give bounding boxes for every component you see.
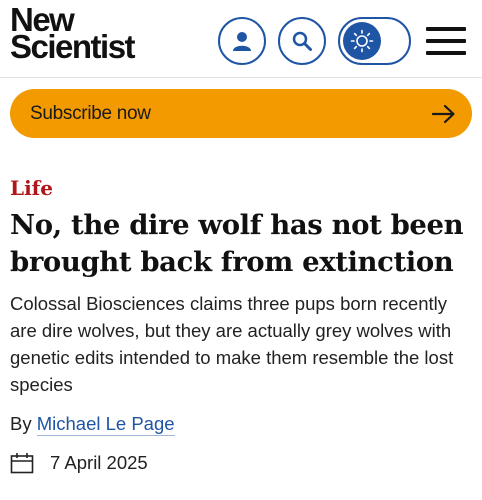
sun-icon <box>350 29 374 53</box>
article-headline: No, the dire wolf has not been brought b… <box>10 209 464 278</box>
subscribe-label: Subscribe now <box>30 102 151 124</box>
new-scientist-logo[interactable]: New Scientist <box>10 3 136 65</box>
hamburger-menu-icon[interactable] <box>426 27 466 55</box>
article-category-link[interactable]: Life <box>10 176 53 200</box>
publish-date: 7 April 2025 <box>50 452 148 473</box>
theme-toggle-knob <box>343 22 381 60</box>
theme-toggle[interactable] <box>338 17 411 65</box>
author-link[interactable]: Michael Le Page <box>36 413 175 436</box>
search-button[interactable] <box>278 17 326 65</box>
search-icon <box>292 31 312 51</box>
account-button[interactable] <box>218 17 266 65</box>
logo-line-2: Scientist <box>10 28 136 65</box>
calendar-icon <box>10 453 34 474</box>
subscribe-button[interactable]: Subscribe now <box>10 89 472 138</box>
byline: By Michael Le Page <box>10 413 175 436</box>
arrow-right-icon <box>432 104 455 123</box>
user-icon <box>233 32 251 51</box>
site-header: New Scientist <box>0 0 482 78</box>
header-divider <box>0 77 482 78</box>
byline-prefix: By <box>10 413 32 434</box>
article-standfirst: Colossal Biosciences claims three pups b… <box>10 293 454 395</box>
publish-date-row: 7 April 2025 <box>10 452 148 474</box>
